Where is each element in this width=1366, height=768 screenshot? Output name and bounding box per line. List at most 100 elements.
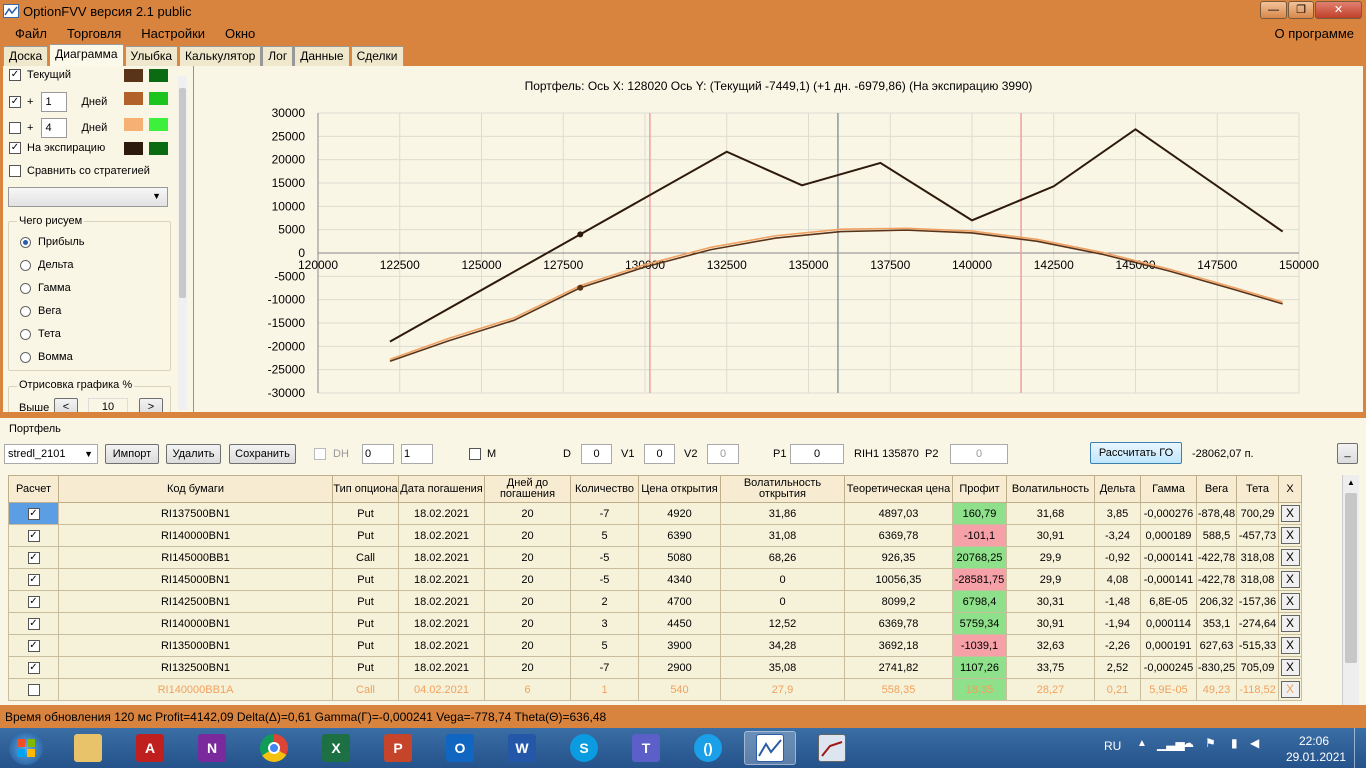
header-col-qty[interactable]: Количество [570, 475, 639, 503]
taskbar-chrome[interactable] [248, 731, 300, 765]
remove-row-button[interactable]: X [1280, 681, 1300, 698]
taskbar-onenote[interactable]: N [186, 731, 238, 765]
header-col-vol[interactable]: Волатильность [1006, 475, 1095, 503]
cloud-icon[interactable]: ☁ [1182, 736, 1194, 750]
header-col-theor[interactable]: Теоретическая цена [844, 475, 953, 503]
tab-smile[interactable]: Улыбка [124, 46, 179, 66]
expiry-checkbox[interactable]: ✓ [9, 142, 21, 154]
table-row[interactable]: ✓ RI145000BB1 Call 18.02.2021 20 -5 5080 68,26 9… [8, 546, 1302, 569]
maximize-button[interactable]: ❐ [1288, 1, 1314, 19]
radio-profit[interactable]: Прибыль [20, 236, 85, 248]
radio-profit-dot[interactable] [20, 236, 31, 248]
days2-color-1[interactable] [124, 118, 143, 131]
row-checkbox-cell[interactable]: ✓ [8, 634, 59, 657]
row-checkbox[interactable]: ✓ [27, 529, 40, 542]
radio-gamma[interactable]: Гамма [20, 282, 71, 294]
p2-input[interactable]: 0 [950, 444, 1008, 464]
days2-checkbox[interactable] [9, 122, 21, 134]
p1-input[interactable]: 0 [790, 444, 844, 464]
language-indicator[interactable]: RU [1104, 739, 1121, 753]
remove-cell[interactable]: X [1278, 568, 1302, 591]
header-col-open[interactable]: Цена открытия [638, 475, 721, 503]
row-checkbox-cell[interactable]: ✓ [8, 502, 59, 525]
d-input[interactable]: 0 [581, 444, 612, 464]
row-checkbox[interactable]: ✓ [27, 507, 40, 520]
header-col-delta[interactable]: Дельта [1094, 475, 1141, 503]
header-col-type[interactable]: Тип опциона [332, 475, 399, 503]
remove-row-button[interactable]: X [1280, 527, 1300, 544]
cell-code[interactable]: RI135000BN1 [58, 634, 333, 657]
row-checkbox-cell[interactable]: ✓ [8, 656, 59, 679]
remove-row-button[interactable]: X [1280, 615, 1300, 632]
profit-chart[interactable]: 300002500020000150001000050000-5000-1000… [194, 66, 1363, 412]
taskbar-powerpoint[interactable]: P [372, 731, 424, 765]
current-checkbox[interactable]: ✓ [9, 69, 21, 81]
row-checkbox-cell[interactable]: ✓ [8, 612, 59, 635]
cell-qty[interactable]: 1 [570, 678, 639, 701]
days1-color-2[interactable] [149, 92, 168, 105]
spinner-1[interactable]: 0 [362, 444, 394, 464]
save-button[interactable]: Сохранить [229, 444, 296, 464]
remove-cell[interactable]: X [1278, 546, 1302, 569]
cell-open[interactable]: 4700 [638, 590, 721, 613]
tab-data[interactable]: Данные [294, 46, 350, 66]
cell-qty[interactable]: -7 [570, 656, 639, 679]
table-row[interactable]: ✓ RI137500BN1 Put 18.02.2021 20 -7 4920 31,86 48… [8, 502, 1302, 525]
header-col-vol-open[interactable]: Волатильность открытия [720, 475, 845, 503]
remove-row-button[interactable]: X [1280, 571, 1300, 588]
cell-code[interactable]: RI132500BN1 [58, 656, 333, 679]
radio-vomma-dot[interactable] [20, 351, 31, 363]
remove-cell[interactable]: X [1278, 678, 1302, 701]
v2-input[interactable]: 0 [707, 444, 739, 464]
cell-open[interactable]: 2900 [638, 656, 721, 679]
show-desktop-button[interactable] [1354, 728, 1366, 768]
table-row[interactable]: ✓ RI145000BN1 Put 18.02.2021 20 -5 4340 0 10056,… [8, 568, 1302, 591]
cell-code[interactable]: RI145000BB1 [58, 546, 333, 569]
radio-vega-dot[interactable] [20, 305, 31, 317]
row-checkbox-cell[interactable] [8, 678, 59, 701]
row-checkbox[interactable]: ✓ [27, 551, 40, 564]
days2-color-2[interactable] [149, 118, 168, 131]
calculate-margin-button[interactable]: Рассчитать ГО [1090, 442, 1182, 464]
current-color-2[interactable] [149, 69, 168, 82]
radio-delta-dot[interactable] [20, 259, 31, 271]
cell-qty[interactable]: 5 [570, 634, 639, 657]
header-col-x[interactable]: X [1278, 475, 1302, 503]
portfolio-select[interactable]: stredl_2101 ▼ [4, 444, 98, 464]
remove-cell[interactable]: X [1278, 502, 1302, 525]
cell-open[interactable]: 4920 [638, 502, 721, 525]
taskbar-outlook[interactable]: O [434, 731, 486, 765]
remove-row-button[interactable]: X [1280, 549, 1300, 566]
menu-settings[interactable]: Настройки [131, 26, 215, 41]
cell-code[interactable]: RI140000BN1 [58, 524, 333, 547]
tab-diagram[interactable]: Диаграмма [49, 44, 124, 66]
cell-code[interactable]: RI145000BN1 [58, 568, 333, 591]
cell-qty[interactable]: -7 [570, 502, 639, 525]
header-col-gamma[interactable]: Гамма [1140, 475, 1197, 503]
start-button[interactable] [0, 731, 52, 765]
clock-time[interactable]: 22:06 [1299, 734, 1329, 748]
radio-vega[interactable]: Вега [20, 305, 61, 317]
remove-row-button[interactable]: X [1280, 593, 1300, 610]
cell-qty[interactable]: 5 [570, 524, 639, 547]
volume-icon[interactable]: ◀ [1250, 736, 1259, 750]
cell-qty[interactable]: -5 [570, 546, 639, 569]
header-col-calc[interactable]: Расчет [8, 475, 59, 503]
tab-board[interactable]: Доска [3, 46, 49, 66]
scroll-up-icon[interactable]: ▲ [1343, 475, 1359, 491]
taskbar-teams[interactable]: T [620, 731, 672, 765]
tab-calculator[interactable]: Калькулятор [179, 46, 262, 66]
collapse-button[interactable]: _ [1337, 443, 1358, 464]
remove-cell[interactable]: X [1278, 612, 1302, 635]
m-checkbox[interactable] [469, 448, 481, 460]
remove-row-button[interactable]: X [1280, 659, 1300, 676]
minimize-button[interactable]: — [1260, 1, 1287, 19]
taskbar-explorer[interactable] [62, 731, 114, 765]
cell-open[interactable]: 6390 [638, 524, 721, 547]
table-scrollbar[interactable]: ▲ [1342, 475, 1359, 705]
expiry-color-2[interactable] [149, 142, 168, 155]
taskbar-word[interactable]: W [496, 731, 548, 765]
cell-qty[interactable]: 2 [570, 590, 639, 613]
cell-open[interactable]: 540 [638, 678, 721, 701]
clock-date[interactable]: 29.01.2021 [1286, 750, 1346, 764]
